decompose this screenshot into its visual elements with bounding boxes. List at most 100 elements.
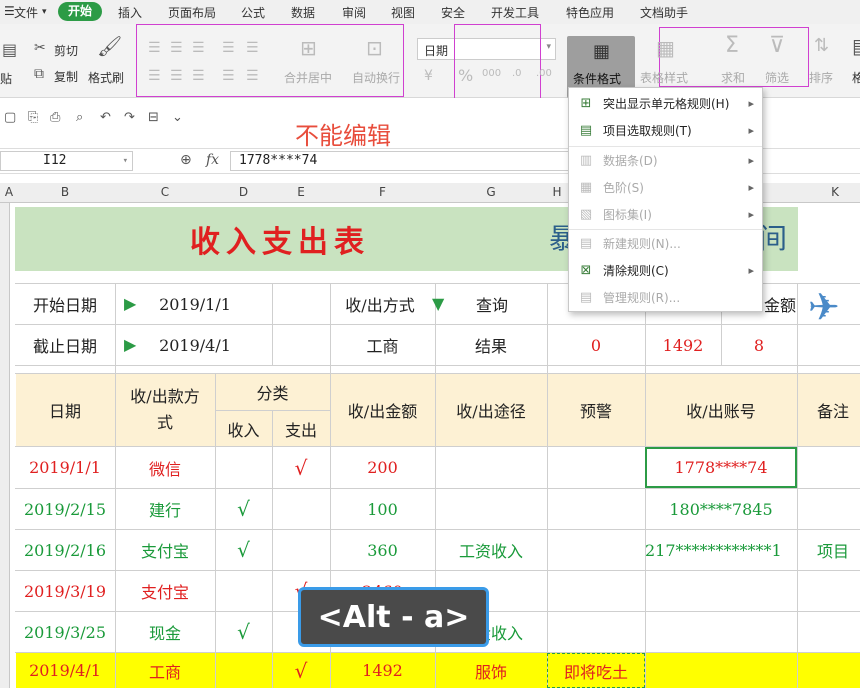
row3-income[interactable]: √: [215, 530, 272, 570]
row2-account[interactable]: 180****7845: [645, 489, 797, 529]
menu-item-clear-rules[interactable]: ⊠ 清除规则(C) ▸: [569, 257, 762, 284]
sum-icon[interactable]: Σ: [725, 38, 739, 54]
undo-icon[interactable]: ↶: [100, 110, 111, 126]
format-icon[interactable]: ▤: [852, 38, 860, 54]
row1-method[interactable]: 微信: [115, 447, 215, 488]
col-header-b[interactable]: B: [15, 185, 115, 199]
menu-view[interactable]: 视图: [391, 4, 415, 21]
row3-channel[interactable]: 工资收入: [435, 530, 547, 570]
row3-amount[interactable]: 360: [330, 530, 435, 570]
menu-insert[interactable]: 插入: [118, 4, 142, 21]
merge-center-button[interactable]: 合并居中: [284, 69, 332, 86]
align-center-icon[interactable]: ☰: [170, 68, 183, 84]
decrease-decimal-icon[interactable]: .00: [536, 66, 552, 82]
row6-expense[interactable]: √: [272, 653, 330, 688]
menu-item-icon-sets[interactable]: ▧ 图标集(I) ▸: [569, 201, 762, 228]
increase-decimal-icon[interactable]: .0: [512, 66, 522, 82]
row3-account[interactable]: 217************1: [645, 530, 797, 570]
bank-value[interactable]: 工商: [330, 325, 435, 365]
row6-date[interactable]: 2019/4/1: [15, 653, 115, 688]
align-bottom-icon[interactable]: ☰: [192, 40, 205, 56]
currency-icon[interactable]: ¥: [424, 68, 433, 84]
row3-method[interactable]: 支付宝: [115, 530, 215, 570]
menu-item-new-rule[interactable]: ▤ 新建规则(N)...: [569, 230, 762, 257]
align-top-icon[interactable]: ☰: [148, 40, 161, 56]
percent-icon[interactable]: %: [458, 68, 473, 84]
menu-item-manage-rules[interactable]: ▤ 管理规则(R)...: [569, 284, 762, 311]
row2-amount[interactable]: 100: [330, 489, 435, 529]
menu-developer[interactable]: 开发工具: [491, 4, 539, 21]
align-right-icon[interactable]: ☰: [192, 68, 205, 84]
format-button[interactable]: 格: [852, 69, 860, 86]
menu-item-highlight-rules[interactable]: ⊞ 突出显示单元格规则(H) ▸: [569, 90, 762, 117]
row6-method[interactable]: 工商: [115, 653, 215, 688]
menu-review[interactable]: 审阅: [342, 4, 366, 21]
row1-date[interactable]: 2019/1/1: [15, 447, 115, 488]
col-header-g[interactable]: G: [435, 185, 547, 199]
scissors-icon[interactable]: ✂: [34, 40, 46, 56]
row3-date[interactable]: 2019/2/16: [15, 530, 115, 570]
row4-method[interactable]: 支付宝: [115, 571, 215, 611]
col-header-e[interactable]: E: [272, 185, 330, 199]
more-icon[interactable]: ⌄: [172, 110, 183, 126]
wrap-icon[interactable]: ⊡: [366, 40, 383, 56]
filter-icon[interactable]: ⊽: [769, 38, 785, 54]
menu-page-layout[interactable]: 页面布局: [168, 4, 216, 21]
row5-income[interactable]: √: [215, 612, 272, 652]
menu-item-data-bars[interactable]: ▥ 数据条(D) ▸: [569, 147, 762, 174]
cut-button[interactable]: 剪切: [54, 42, 78, 59]
col-header-h[interactable]: H: [547, 185, 567, 199]
chevron-down-icon[interactable]: ▾: [42, 7, 47, 17]
brush-icon[interactable]: 🖌: [97, 38, 122, 54]
row1-expense[interactable]: √: [272, 447, 330, 488]
row4-date[interactable]: 2019/3/19: [15, 571, 115, 611]
col-header-f[interactable]: F: [330, 185, 435, 199]
save-icon[interactable]: ▢: [4, 110, 16, 126]
name-box[interactable]: I12▾: [0, 151, 133, 171]
redo-icon[interactable]: ↷: [124, 110, 135, 126]
formula-input[interactable]: 1778****74: [230, 151, 570, 171]
print-icon[interactable]: ⎙: [50, 110, 60, 126]
row2-income[interactable]: √: [215, 489, 272, 529]
filter-button[interactable]: 筛选: [765, 69, 789, 86]
fx-icon[interactable]: fx: [206, 152, 219, 168]
paste-label[interactable]: 贴: [0, 70, 12, 87]
col-header-k[interactable]: K: [797, 185, 860, 199]
row2-method[interactable]: 建行: [115, 489, 215, 529]
align-left-icon[interactable]: ☰: [148, 68, 161, 84]
distribute-icon[interactable]: ☰: [246, 68, 259, 84]
indent-icon[interactable]: ☰: [222, 40, 235, 56]
format-painter-button[interactable]: 格式刷: [88, 69, 124, 86]
row3-note[interactable]: 项目: [797, 530, 860, 570]
customize-icon[interactable]: ⊟: [148, 110, 159, 126]
justify-icon[interactable]: ☰: [222, 68, 235, 84]
menu-data[interactable]: 数据: [291, 4, 315, 21]
menu-file[interactable]: 文件: [14, 4, 38, 21]
menu-special[interactable]: 特色应用: [566, 4, 614, 21]
row1-account[interactable]: 1778****74: [645, 447, 797, 488]
table-style-button[interactable]: 表格样式: [640, 69, 688, 86]
copy-button[interactable]: 复制: [54, 68, 78, 85]
row6-amount[interactable]: 1492: [330, 653, 435, 688]
col-header-d[interactable]: D: [215, 185, 272, 199]
table-style-icon[interactable]: ▦: [656, 40, 675, 56]
menu-item-top-bottom-rules[interactable]: ▤ 项目选取规则(T) ▸: [569, 117, 762, 144]
row2-date[interactable]: 2019/2/15: [15, 489, 115, 529]
merge-icon[interactable]: ⊞: [300, 40, 317, 56]
outdent-icon[interactable]: ☰: [246, 40, 259, 56]
row6-channel[interactable]: 服饰: [435, 653, 547, 688]
start-date-value[interactable]: 2019/1/1: [140, 284, 250, 324]
menu-start-tab[interactable]: 开始: [58, 2, 102, 21]
row5-date[interactable]: 2019/3/25: [15, 612, 115, 652]
paste-icon[interactable]: ▤: [2, 42, 17, 58]
menu-security[interactable]: 安全: [441, 4, 465, 21]
row5-method[interactable]: 现金: [115, 612, 215, 652]
end-date-value[interactable]: 2019/4/1: [140, 325, 250, 365]
preview-icon[interactable]: ⌕: [76, 110, 83, 126]
col-header-c[interactable]: C: [115, 185, 215, 199]
row1-amount[interactable]: 200: [330, 447, 435, 488]
export-icon[interactable]: ⎘: [28, 110, 38, 126]
copy-icon[interactable]: ⧉: [34, 66, 44, 82]
thousands-icon[interactable]: 000: [482, 66, 501, 82]
col-header-a[interactable]: A: [2, 185, 16, 199]
